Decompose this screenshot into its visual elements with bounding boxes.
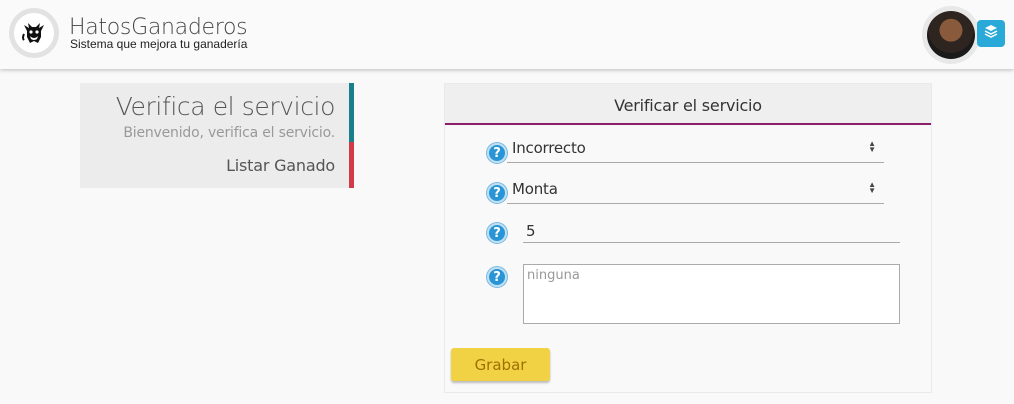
select-arrows-icon: ▲ ▼: [868, 139, 876, 154]
help-glyph: ?: [493, 185, 501, 201]
sidebar-subtitle: Bienvenido, verifica el servicio.: [123, 125, 335, 141]
grabar-button[interactable]: Grabar: [451, 348, 550, 381]
panel-title: Verificar el servicio: [614, 96, 762, 115]
help-icon[interactable]: ?: [487, 143, 507, 163]
observacion-placeholder: ninguna: [527, 268, 580, 283]
layers-button[interactable]: [977, 20, 1005, 47]
help-glyph: ?: [493, 269, 501, 285]
cow-icon: [14, 13, 54, 53]
app-logo[interactable]: [9, 8, 59, 58]
resultado-select[interactable]: Incorrecto ▲ ▼: [507, 137, 884, 163]
select-arrows-icon: ▲ ▼: [868, 180, 876, 195]
help-glyph: ?: [493, 225, 501, 241]
sidebar-item-label: Listar Ganado: [226, 156, 335, 175]
user-avatar[interactable]: [922, 6, 980, 64]
help-icon[interactable]: ?: [487, 223, 507, 243]
help-icon[interactable]: ?: [487, 267, 507, 287]
app-header: HatosGanaderos Sistema que mejora tu gan…: [0, 0, 1014, 69]
help-glyph: ?: [493, 145, 501, 161]
sidebar-item-listar-ganado[interactable]: Listar Ganado: [80, 142, 354, 188]
tipo-select[interactable]: Monta ▲ ▼: [507, 178, 884, 204]
app-subtitle: Sistema que mejora tu ganadería: [70, 37, 248, 51]
numero-value: 5: [526, 222, 536, 240]
sidebar: Verifica el servicio Bienvenido, verific…: [80, 83, 354, 188]
layers-icon: [983, 23, 999, 44]
observacion-textarea[interactable]: ninguna: [523, 264, 900, 324]
help-icon[interactable]: ?: [487, 183, 507, 203]
sidebar-title: Verifica el servicio: [115, 92, 336, 121]
panel-header: Verificar el servicio: [445, 84, 931, 125]
avatar-photo: [927, 11, 975, 59]
numero-input[interactable]: 5: [523, 219, 900, 243]
sidebar-header: Verifica el servicio Bienvenido, verific…: [80, 83, 354, 142]
resultado-value: Incorrecto: [512, 139, 586, 157]
tipo-value: Monta: [512, 180, 558, 198]
